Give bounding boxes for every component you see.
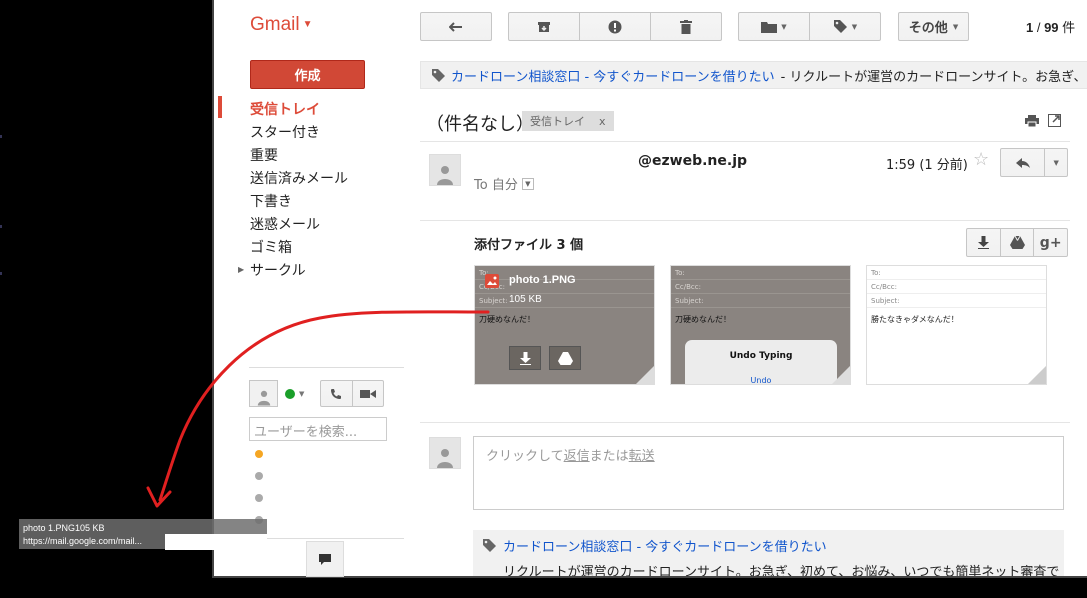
screen: Gmail ▼ ▼ ▼ その他 ▼ 1 / 99 件 作成 受信トレイ スター付… (0, 0, 1087, 598)
red-annotation-arrow (146, 310, 490, 508)
